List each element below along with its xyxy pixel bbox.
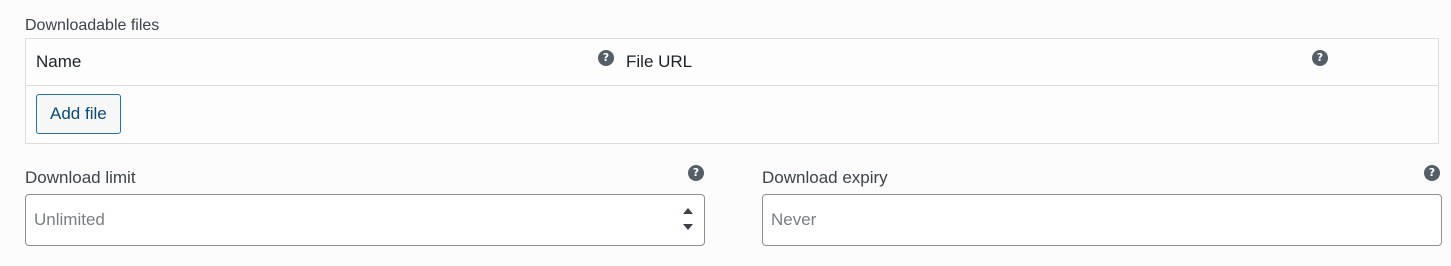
add-file-button[interactable]: Add file (36, 94, 121, 134)
download-limit-label: Download limit (25, 168, 136, 187)
column-header-name: Name (36, 52, 82, 71)
download-expiry-help-icon[interactable]: ? (1424, 165, 1440, 181)
spinner-up-icon[interactable] (683, 208, 693, 214)
column-header-file-url: File URL (626, 52, 693, 71)
downloadable-files-header: Name ? File URL ? (26, 39, 1438, 86)
download-expiry-placeholder: Never (771, 210, 817, 229)
download-limit-help-icon[interactable]: ? (688, 165, 704, 181)
downloadable-files-label: Downloadable files (25, 17, 160, 34)
downloadable-files-table: Name ? File URL ? Add file (25, 38, 1439, 144)
download-expiry-input[interactable]: Never (762, 194, 1442, 246)
spinner-down-icon[interactable] (683, 224, 693, 230)
download-limit-input[interactable]: Unlimited (25, 194, 705, 246)
download-expiry-label: Download expiry (762, 168, 888, 187)
number-spinner[interactable] (680, 204, 696, 236)
name-help-icon[interactable]: ? (598, 50, 614, 66)
file-url-help-icon[interactable]: ? (1312, 50, 1328, 66)
download-limit-placeholder: Unlimited (34, 210, 105, 229)
